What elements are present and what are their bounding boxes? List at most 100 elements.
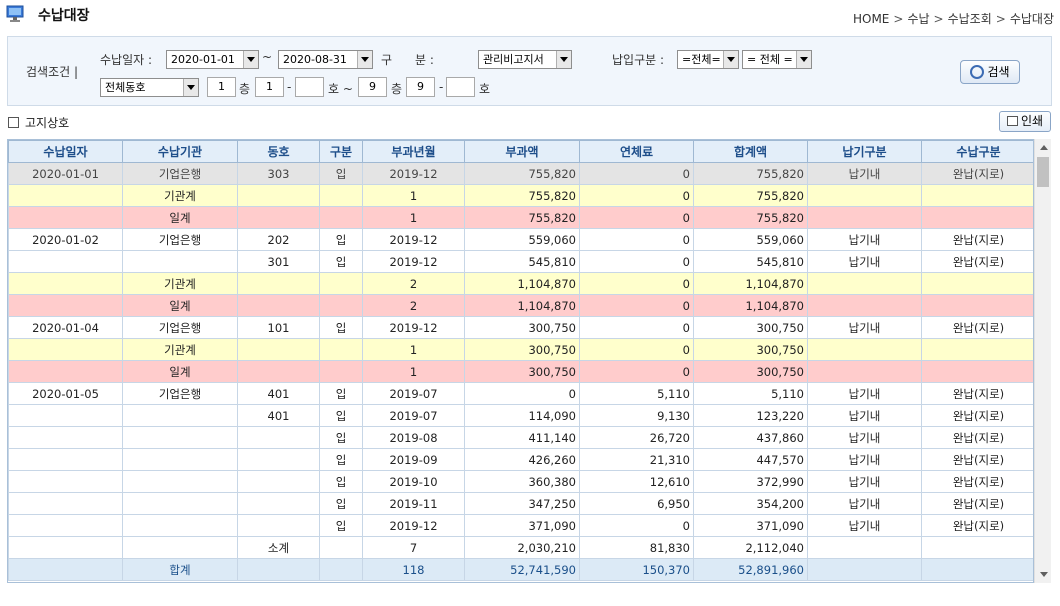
table-row[interactable]: 일계 1 300,750 0 300,750 [8, 360, 1033, 383]
cell-late-fee: 0 [579, 272, 694, 295]
date-from-select[interactable]: 2020-01-01 [166, 50, 259, 69]
table-row[interactable]: 입 2019-11 347,250 6,950 354,200 납기내 완납(지로) [8, 492, 1033, 515]
cell-due-type [807, 184, 922, 207]
cell-unit: 303 [237, 162, 320, 185]
dropdown-arrow-icon[interactable] [796, 51, 811, 68]
column-header-due-type[interactable]: 납기구분 [807, 140, 922, 163]
table-row[interactable]: 입 2019-12 371,090 0 371,090 납기내 완납(지로) [8, 514, 1033, 537]
cell-due-type: 납기내 [807, 404, 922, 427]
cell-billing-month: 118 [362, 558, 465, 581]
scroll-down-icon[interactable] [1035, 566, 1052, 583]
table-row[interactable]: 2020-01-04 기업은행 101 입 2019-12 300,750 0 300,750… [8, 316, 1033, 339]
table-row[interactable]: 301 입 2019-12 545,810 0 545,810 납기내 완납(지로) [8, 250, 1033, 273]
unit-from-2-input[interactable] [295, 77, 324, 97]
scroll-up-icon[interactable] [1035, 139, 1052, 156]
cell-date [8, 250, 123, 273]
table-row[interactable]: 입 2019-08 411,140 26,720 437,860 납기내 완납(지로) [8, 426, 1033, 449]
dropdown-arrow-icon[interactable] [723, 51, 738, 68]
cell-total-amount: 755,820 [693, 206, 808, 229]
cell-institution: 기관계 [122, 338, 238, 361]
cell-due-type: 납기내 [807, 382, 922, 405]
pay-type-select-1[interactable]: =전체= [677, 50, 739, 69]
date-range-separator: ~ [262, 50, 273, 64]
cell-date: 2020-01-01 [8, 162, 123, 185]
table-row[interactable]: 2020-01-02 기업은행 202 입 2019-12 559,060 0 559,060… [8, 228, 1033, 251]
table-row[interactable]: 기관계 2 1,104,870 0 1,104,870 [8, 272, 1033, 295]
column-header-date[interactable]: 수납일자 [8, 140, 123, 163]
breadcrumb-level2[interactable]: 수납조회 [948, 12, 992, 26]
cell-billed-amount: 52,741,590 [464, 558, 580, 581]
cell-date: 2020-01-04 [8, 316, 123, 339]
notice-checkbox[interactable] [8, 117, 19, 128]
column-header-billing-month[interactable]: 부과년월 [362, 140, 465, 163]
table-row[interactable]: 2020-01-05 기업은행 401 입 2019-07 0 5,110 5,110 납기내 완… [8, 382, 1033, 405]
dash-separator: - [287, 80, 292, 94]
cell-institution [122, 250, 238, 273]
cell-unit [237, 558, 320, 581]
cell-billed-amount: 300,750 [464, 316, 580, 339]
breadcrumb-home[interactable]: HOME [853, 12, 889, 26]
search-panel: 검색조건 | 수납일자 : 2020-01-01 ~ 2020-08-31 구 … [7, 36, 1052, 106]
cell-type: 입 [319, 382, 363, 405]
cell-unit [237, 206, 320, 229]
column-header-late-fee[interactable]: 연체료 [579, 140, 694, 163]
cell-late-fee: 150,370 [579, 558, 694, 581]
print-button[interactable]: 인쇄 [999, 111, 1051, 132]
cell-date [8, 426, 123, 449]
column-header-unit[interactable]: 동호 [237, 140, 320, 163]
cell-late-fee: 81,830 [579, 536, 694, 559]
category-select[interactable]: 관리비고지서 [478, 50, 572, 69]
cell-institution [122, 536, 238, 559]
cell-total-amount: 371,090 [693, 514, 808, 537]
column-header-payment-type[interactable]: 수납구분 [921, 140, 1033, 163]
cell-date [8, 492, 123, 515]
cell-date [8, 536, 123, 559]
cell-late-fee: 12,610 [579, 470, 694, 493]
cell-date [8, 338, 123, 361]
table-row[interactable]: 입 2019-10 360,380 12,610 372,990 납기내 완납(지로) [8, 470, 1033, 493]
scroll-thumb[interactable] [1037, 157, 1049, 187]
breadcrumb-level1[interactable]: 수납 [907, 12, 929, 26]
building-select[interactable]: 전체동호 [100, 78, 199, 97]
date-to-select[interactable]: 2020-08-31 [278, 50, 373, 69]
floor-to-input[interactable]: 9 [358, 77, 387, 97]
date-to-value: 2020-08-31 [283, 53, 347, 66]
pay-type-select-2[interactable]: = 전체 = [742, 50, 812, 69]
unit-to-input[interactable]: 9 [406, 77, 435, 97]
cell-total-amount: 447,570 [693, 448, 808, 471]
dropdown-arrow-icon[interactable] [183, 79, 198, 96]
table-row[interactable]: 일계 1 755,820 0 755,820 [8, 206, 1033, 229]
cell-date [8, 184, 123, 207]
column-header-type[interactable]: 구분 [319, 140, 363, 163]
cell-date [8, 448, 123, 471]
table-row[interactable]: 소계 7 2,030,210 81,830 2,112,040 [8, 536, 1033, 559]
table-row[interactable]: 일계 2 1,104,870 0 1,104,870 [8, 294, 1033, 317]
dropdown-arrow-icon[interactable] [556, 51, 571, 68]
category-label-a: 구 [381, 53, 393, 67]
cell-billed-amount: 360,380 [464, 470, 580, 493]
table-row[interactable]: 2020-01-01 기업은행 303 입 2019-12 755,820 0 755,820… [8, 162, 1033, 185]
column-header-institution[interactable]: 수납기관 [122, 140, 238, 163]
table-row[interactable]: 401 입 2019-07 114,090 9,130 123,220 납기내 완납(지로) [8, 404, 1033, 427]
cell-institution [122, 426, 238, 449]
cell-total-amount: 1,104,870 [693, 272, 808, 295]
cell-billed-amount: 371,090 [464, 514, 580, 537]
dropdown-arrow-icon[interactable] [243, 51, 258, 68]
search-button[interactable]: 검색 [960, 60, 1020, 84]
unit-to-2-input[interactable] [446, 77, 475, 97]
dropdown-arrow-icon[interactable] [357, 51, 372, 68]
ho-end-label: 호 [479, 82, 491, 96]
cell-payment-type [921, 272, 1033, 295]
column-header-total-amount[interactable]: 합계액 [693, 140, 808, 163]
column-header-billed-amount[interactable]: 부과액 [464, 140, 580, 163]
table-row[interactable]: 합계 118 52,741,590 150,370 52,891,960 [8, 558, 1033, 581]
cell-due-type: 납기내 [807, 492, 922, 515]
floor-from-input[interactable]: 1 [207, 77, 236, 97]
cell-payment-type [921, 294, 1033, 317]
vertical-scrollbar[interactable] [1034, 139, 1051, 583]
cell-unit: 401 [237, 404, 320, 427]
table-row[interactable]: 기관계 1 300,750 0 300,750 [8, 338, 1033, 361]
table-row[interactable]: 기관계 1 755,820 0 755,820 [8, 184, 1033, 207]
table-row[interactable]: 입 2019-09 426,260 21,310 447,570 납기내 완납(지로) [8, 448, 1033, 471]
unit-from-input[interactable]: 1 [255, 77, 284, 97]
